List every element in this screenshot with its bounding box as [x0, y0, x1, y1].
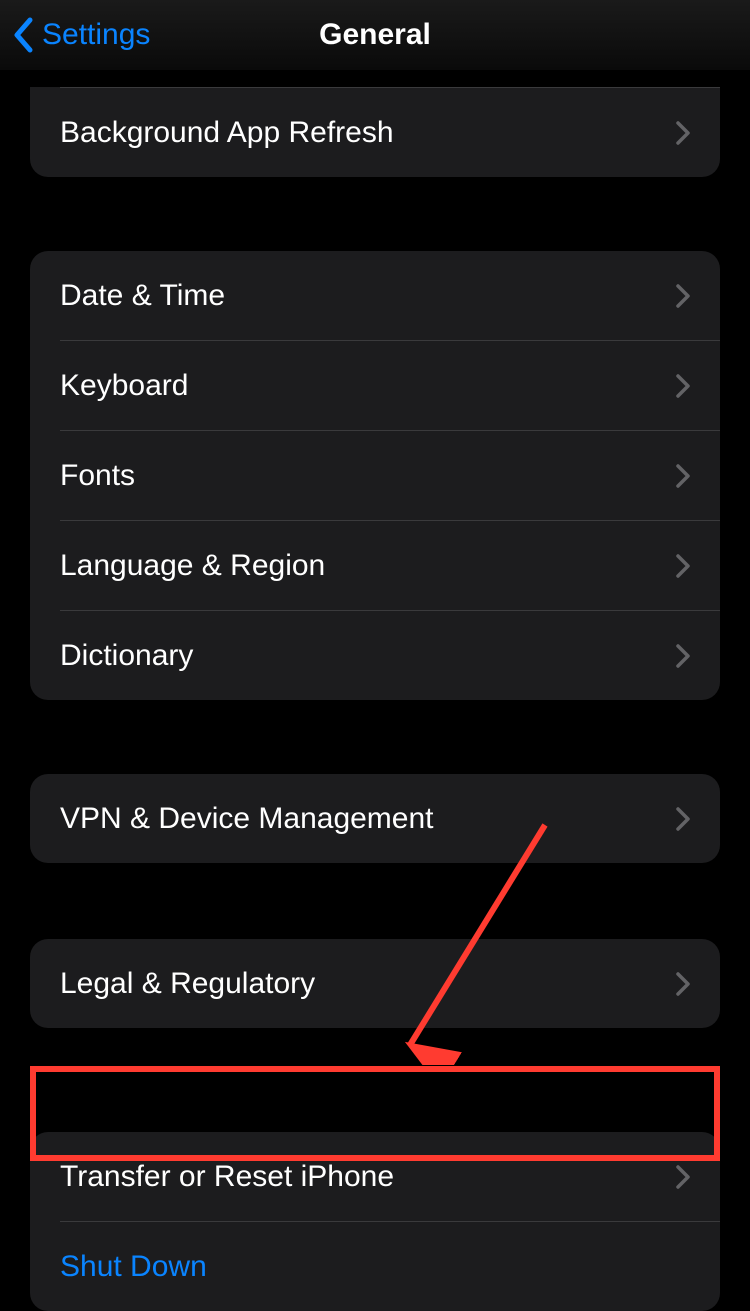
chevron-right-icon	[676, 554, 690, 578]
row-label: Dictionary	[60, 639, 193, 673]
settings-group: Date & Time Keyboard Fonts Language & Re…	[30, 251, 720, 700]
row-label: Language & Region	[60, 549, 325, 583]
chevron-right-icon	[676, 374, 690, 398]
back-button[interactable]: Settings	[12, 17, 150, 53]
row-label: Keyboard	[60, 369, 188, 403]
row-keyboard[interactable]: Keyboard	[30, 341, 720, 430]
chevron-right-icon	[676, 1165, 690, 1189]
chevron-right-icon	[676, 807, 690, 831]
row-language-region[interactable]: Language & Region	[30, 521, 720, 610]
row-vpn-device-management[interactable]: VPN & Device Management	[30, 774, 720, 863]
navigation-bar: Settings General	[0, 0, 750, 70]
chevron-right-icon	[676, 121, 690, 145]
settings-group: Background App Refresh	[30, 87, 720, 177]
row-legal-regulatory[interactable]: Legal & Regulatory	[30, 939, 720, 1028]
back-label: Settings	[42, 18, 150, 52]
row-label: Date & Time	[60, 279, 225, 313]
row-label: Fonts	[60, 459, 135, 493]
chevron-right-icon	[676, 972, 690, 996]
chevron-right-icon	[676, 284, 690, 308]
row-background-app-refresh[interactable]: Background App Refresh	[30, 88, 720, 177]
row-label: Transfer or Reset iPhone	[60, 1160, 394, 1194]
row-label: Legal & Regulatory	[60, 967, 315, 1001]
chevron-right-icon	[676, 464, 690, 488]
row-label: VPN & Device Management	[60, 802, 434, 836]
page-title: General	[319, 18, 431, 52]
row-label: Shut Down	[60, 1250, 207, 1284]
content: Background App Refresh Date & Time Keybo…	[0, 70, 750, 1311]
settings-group: Legal & Regulatory	[30, 939, 720, 1028]
row-transfer-reset-iphone[interactable]: Transfer or Reset iPhone	[30, 1132, 720, 1221]
row-date-time[interactable]: Date & Time	[30, 251, 720, 340]
settings-group: VPN & Device Management	[30, 774, 720, 863]
row-dictionary[interactable]: Dictionary	[30, 611, 720, 700]
row-fonts[interactable]: Fonts	[30, 431, 720, 520]
chevron-right-icon	[676, 644, 690, 668]
chevron-left-icon	[12, 17, 34, 53]
row-label: Background App Refresh	[60, 116, 394, 150]
row-shut-down[interactable]: Shut Down	[30, 1222, 720, 1311]
settings-group: Transfer or Reset iPhone Shut Down	[30, 1132, 720, 1311]
